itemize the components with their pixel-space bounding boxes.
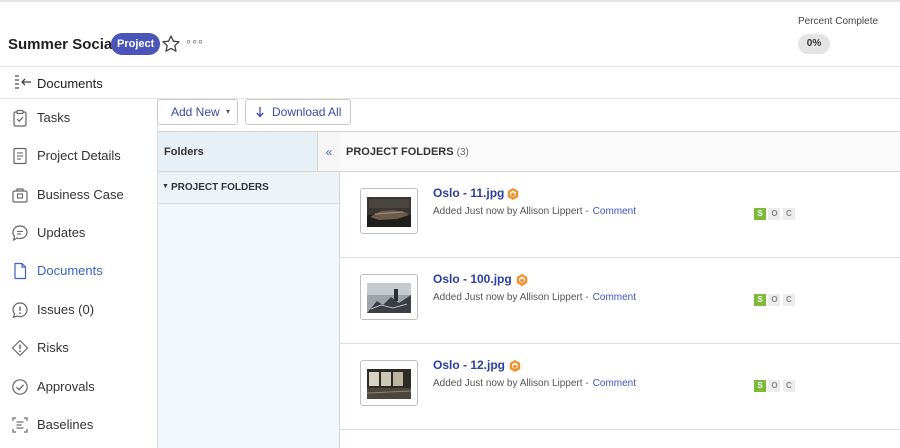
check-circle-icon [12, 379, 28, 395]
added-by-text: Added Just now by Allison Lippert - [433, 292, 589, 303]
sidebar-item-label: Project Details [37, 148, 121, 163]
award-badge-icon[interactable] [515, 273, 529, 287]
list-heading-text: PROJECT FOLDERS [346, 146, 454, 158]
download-all-label: Download All [272, 105, 342, 119]
sidebar-item-label: Updates [37, 225, 86, 240]
status-c-badge: C [782, 208, 795, 220]
folders-pane: Folders « ▼ PROJECT FOLDERS [158, 131, 340, 448]
status-s-badge: S [754, 294, 766, 306]
list-item[interactable]: Oslo - 12.jpg Added Just now by Allison … [340, 344, 900, 430]
document-meta: Added Just now by Allison Lippert - Comme… [433, 206, 636, 217]
document-thumbnail[interactable] [360, 360, 418, 406]
document-meta: Added Just now by Allison Lippert - Comme… [433, 292, 636, 303]
sidebar-item-baselines[interactable]: Baselines [0, 406, 157, 444]
percent-complete-value[interactable]: 0% [798, 34, 830, 54]
sidebar-item-approvals[interactable]: Approvals [0, 368, 157, 406]
status-c-badge: C [782, 380, 795, 392]
exclamation-circle-icon [12, 302, 28, 319]
briefcase-icon [12, 188, 28, 203]
sidebar-item-label: Tasks [37, 110, 71, 125]
add-new-label: Add New [171, 105, 220, 119]
photo-thumbnail-image [367, 369, 411, 399]
sidebar: Tasks Project Details Business Case Upda… [0, 99, 158, 448]
document-name-link[interactable]: Oslo - 12.jpg [433, 358, 505, 372]
sidebar-item-label: Risks [37, 340, 69, 355]
folders-heading: Folders [164, 146, 204, 158]
add-new-button[interactable]: Add New ▾ [157, 99, 238, 125]
section-title: Documents [37, 76, 103, 91]
sidebar-item-label: Approvals [37, 379, 95, 394]
section-header: Documents [0, 67, 900, 99]
sidebar-item-project-details[interactable]: Project Details [0, 137, 157, 175]
sidebar-item-issues[interactable]: Issues (0) [0, 291, 157, 329]
folders-header: Folders [158, 132, 318, 172]
project-title: Summer Social [8, 36, 117, 53]
award-badge-icon[interactable] [506, 187, 520, 201]
photo-thumbnail-image [367, 283, 411, 313]
status-o-badge: O [768, 208, 781, 220]
award-badge-icon[interactable] [508, 359, 522, 373]
list-item[interactable]: Oslo - 100.jpg Added Just now by Allison… [340, 258, 900, 344]
folder-tree-label: PROJECT FOLDERS [171, 182, 269, 193]
caret-down-icon[interactable]: ▼ [162, 183, 169, 190]
status-indicators: S O C [754, 375, 795, 392]
document-list-heading: PROJECT FOLDERS (3) [346, 146, 469, 158]
percent-complete-label: Percent Complete [798, 16, 879, 27]
document-lines-icon [13, 147, 27, 165]
status-s-badge: S [754, 380, 766, 392]
status-s-badge: S [754, 208, 766, 220]
folder-tree-item[interactable]: ▼ PROJECT FOLDERS [158, 172, 339, 204]
chevron-down-icon: ▾ [225, 107, 230, 116]
sidebar-item-risks[interactable]: Risks [0, 329, 157, 367]
star-icon[interactable] [161, 34, 181, 54]
file-icon [14, 262, 27, 280]
download-icon [256, 107, 264, 118]
download-all-button[interactable]: Download All [245, 99, 351, 125]
list-item[interactable]: Oslo - 11.jpg Added Just now by Allison … [340, 172, 900, 258]
sidebar-item-documents[interactable]: Documents [0, 252, 157, 290]
comment-link[interactable]: Comment [593, 206, 636, 217]
sidebar-item-label: Business Case [37, 187, 124, 202]
sidebar-item-label: Issues (0) [37, 302, 95, 317]
project-header: Summer Social Project ◦◦◦ Percent Comple… [0, 2, 900, 67]
status-o-badge: O [768, 294, 781, 306]
collapse-nav-icon[interactable] [14, 74, 32, 90]
document-name-link[interactable]: Oslo - 100.jpg [433, 272, 512, 286]
diamond-exclamation-icon [11, 339, 29, 357]
status-indicators: S O C [754, 203, 795, 220]
sidebar-item-label: Baselines [37, 417, 94, 432]
document-thumbnail[interactable] [360, 274, 418, 320]
document-list-header: PROJECT FOLDERS (3) [340, 132, 900, 172]
project-type-badge: Project [111, 33, 161, 55]
status-o-badge: O [768, 380, 781, 392]
baseline-icon [12, 417, 28, 433]
document-name-link[interactable]: Oslo - 11.jpg [433, 186, 504, 200]
comment-link[interactable]: Comment [593, 378, 636, 389]
photo-thumbnail-image [367, 197, 411, 227]
added-by-text: Added Just now by Allison Lippert - [433, 206, 589, 217]
collapse-folders-button[interactable]: « [318, 132, 340, 172]
sidebar-item-updates[interactable]: Updates [0, 214, 157, 252]
document-meta: Added Just now by Allison Lippert - Comme… [433, 378, 636, 389]
status-c-badge: C [782, 294, 795, 306]
chat-bubble-icon [12, 225, 28, 242]
clipboard-check-icon [13, 109, 27, 127]
added-by-text: Added Just now by Allison Lippert - [433, 378, 589, 389]
sidebar-item-tasks[interactable]: Tasks [0, 99, 157, 137]
document-thumbnail[interactable] [360, 188, 418, 234]
document-count: (3) [456, 147, 469, 158]
comment-link[interactable]: Comment [593, 292, 636, 303]
document-list: PROJECT FOLDERS (3) Oslo - 11.jpg Added … [340, 131, 900, 448]
more-options-icon[interactable]: ◦◦◦ [186, 33, 204, 49]
sidebar-item-label: Documents [37, 263, 103, 278]
status-indicators: S O C [754, 289, 795, 306]
sidebar-item-business-case[interactable]: Business Case [0, 176, 157, 214]
